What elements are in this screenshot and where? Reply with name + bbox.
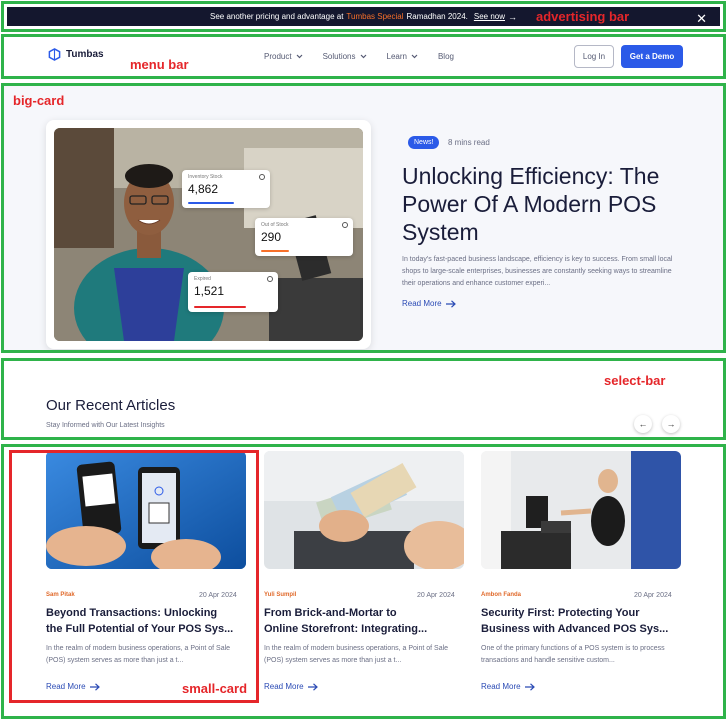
hero-image: Inventory Stock 4,862 Out of Stock 290 E… <box>54 128 363 341</box>
articles-zone: Sam Pitak 20 Apr 2024 Beyond Transaction… <box>1 444 726 719</box>
stat-value: 4,862 <box>188 182 219 196</box>
read-more-label: Read More <box>402 299 442 308</box>
arrow-right-icon: → <box>666 419 676 429</box>
arrow-left-icon: ← <box>638 419 648 429</box>
annotation-big-card: big-card <box>13 93 65 108</box>
article-date: 20 Apr 2024 <box>634 592 672 599</box>
section-title: Our Recent Articles <box>46 397 176 414</box>
select-bar: select-bar Our Recent Articles Stay Info… <box>1 358 726 440</box>
nav-label: Blog <box>437 52 454 61</box>
annotation-small-card: small-card <box>182 681 248 696</box>
close-icon[interactable]: ✕ <box>696 11 707 27</box>
annotation-select-bar: select-bar <box>604 373 666 388</box>
hero-title[interactable]: Unlocking Efficiency: The Power Of A Mod… <box>402 162 702 246</box>
hero-description: In today's fast-paced business landscape… <box>402 256 673 287</box>
nav-label: Product <box>264 52 292 61</box>
article-description: One of the primary functions of a POS sy… <box>481 645 665 664</box>
article-date: 20 Apr 2024 <box>417 592 455 599</box>
article-title-line: Online Storefront: Integrating... <box>264 623 428 635</box>
article-title[interactable]: Security First: Protecting Your Business… <box>481 605 681 637</box>
section-subtitle: Stay Informed with Our Latest Insights <box>46 422 165 429</box>
small-card-highlight <box>9 450 259 703</box>
article-title[interactable]: From Brick-and-Mortar to Online Storefro… <box>264 605 464 637</box>
article-title-line: Business with Advanced POS Sys... <box>481 623 669 635</box>
hero-read-more-link[interactable]: Read More <box>402 299 456 308</box>
logo[interactable]: Tumbas <box>48 48 104 61</box>
info-icon <box>342 222 348 228</box>
stat-card-expired: Expired 1,521 <box>188 272 278 312</box>
chevron-down-icon <box>411 54 418 59</box>
next-arrow-button[interactable]: → <box>662 415 680 433</box>
stat-label: Inventory Stock <box>188 174 223 180</box>
nav-label: Learn <box>386 52 407 61</box>
stat-bar <box>261 250 289 252</box>
prev-arrow-button[interactable]: ← <box>634 415 652 433</box>
article-title-line: From Brick-and-Mortar to <box>264 607 397 619</box>
chevron-down-icon <box>296 54 303 59</box>
logo-text: Tumbas <box>66 49 104 60</box>
arrow-right-icon <box>307 682 318 691</box>
hero-image-frame[interactable]: Inventory Stock 4,862 Out of Stock 290 E… <box>46 120 371 349</box>
news-badge: News! <box>408 136 440 149</box>
ad-brand: Tumbas Special <box>346 12 404 21</box>
info-icon <box>267 276 273 282</box>
nav-label: Solutions <box>322 52 356 61</box>
stat-card-out-of-stock: Out of Stock 290 <box>255 218 353 256</box>
stat-card-inventory: Inventory Stock 4,862 <box>182 170 270 208</box>
article-author: Ambon Fanda <box>481 592 521 598</box>
nav-item-learn[interactable]: Learn <box>387 52 418 61</box>
article-card[interactable]: Ambon Fanda 20 Apr 2024 Security First: … <box>481 451 686 699</box>
menu-bar: Tumbas Product Solutions Learn Blog Log … <box>1 34 726 79</box>
article-card[interactable]: Yuli Sumpil 20 Apr 2024 From Brick-and-M… <box>264 451 469 699</box>
cash-payment-photo <box>264 451 464 569</box>
ad-text: See another pricing and advantage at <box>209 12 344 21</box>
stat-value: 290 <box>261 230 282 244</box>
arrow-right-icon: → <box>508 11 518 22</box>
arrow-right-icon <box>445 299 456 308</box>
read-more-label: Read More <box>264 682 304 691</box>
article-title-line: Security First: Protecting Your <box>481 607 640 619</box>
annotation-advertising-bar: advertising bar <box>536 9 630 24</box>
read-time: 8 mins read <box>448 138 490 147</box>
nav-item-solutions[interactable]: Solutions <box>323 52 367 61</box>
see-now-link[interactable]: See now <box>474 12 505 21</box>
logo-icon <box>48 48 61 61</box>
article-read-more-link[interactable]: Read More <box>264 682 318 691</box>
stat-label: Expired <box>194 276 211 282</box>
stat-label: Out of Stock <box>261 222 289 228</box>
nav-item-blog[interactable]: Blog <box>438 52 454 61</box>
article-description: In the realm of modern business operatio… <box>264 645 449 664</box>
article-thumbnail <box>481 451 681 569</box>
arrow-right-icon <box>524 682 535 691</box>
big-card: big-card Inventory Stock 4,862 Out of St… <box>1 83 726 353</box>
article-read-more-link[interactable]: Read More <box>481 682 535 691</box>
login-button[interactable]: Log In <box>574 45 614 68</box>
ad-text-after: Ramadhan 2024. <box>406 12 468 21</box>
get-demo-button[interactable]: Get a Demo <box>621 45 683 68</box>
pos-terminal-photo <box>481 451 681 569</box>
stat-bar <box>194 306 246 308</box>
article-thumbnail <box>264 451 464 569</box>
stat-bar <box>188 202 234 204</box>
article-author: Yuli Sumpil <box>264 592 297 598</box>
chevron-down-icon <box>360 54 366 59</box>
nav-item-product[interactable]: Product <box>264 52 303 61</box>
read-more-label: Read More <box>481 682 521 691</box>
info-icon <box>259 174 265 180</box>
advertising-bar-zone: See another pricing and advantage at Tum… <box>1 1 726 32</box>
stat-value: 1,521 <box>194 284 225 298</box>
main-nav: Product Solutions Learn Blog <box>264 52 454 61</box>
annotation-menu-bar: menu bar <box>130 57 189 72</box>
